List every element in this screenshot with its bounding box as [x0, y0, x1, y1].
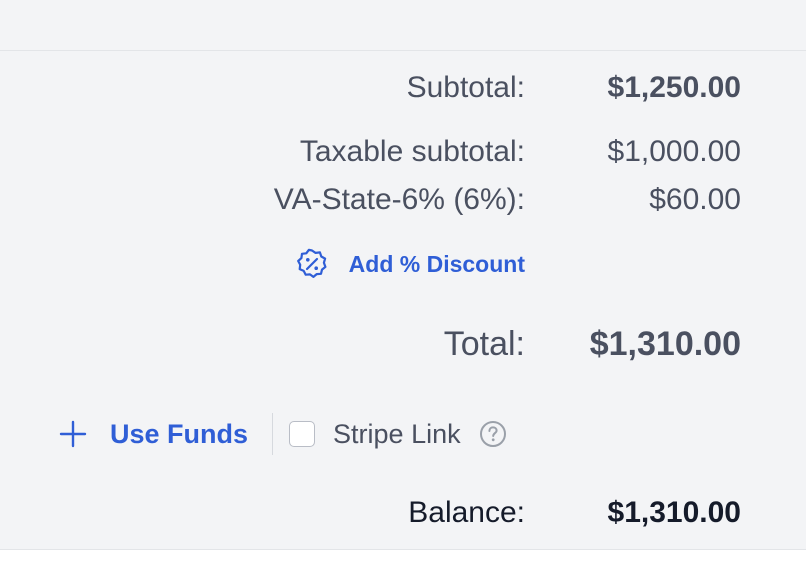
vertical-divider [272, 413, 274, 455]
top-divider [0, 50, 806, 51]
subtotal-value: $1,250.00 [607, 71, 741, 104]
tax-label: VA-State-6% (6%): [273, 183, 525, 216]
invoice-summary-panel: Subtotal: $1,250.00 Taxable subtotal: $1… [0, 0, 806, 550]
balance-label: Balance: [408, 496, 525, 529]
percent-badge-icon [296, 248, 327, 278]
taxable-subtotal-value: $1,000.00 [607, 135, 741, 168]
add-discount-button[interactable]: Add % Discount [295, 246, 525, 282]
stripe-link-label: Stripe Link [333, 418, 461, 449]
subtotal-label: Subtotal: [406, 71, 525, 104]
subtotal-row: Subtotal: $1,250.00 [0, 68, 806, 108]
use-funds-label: Use Funds [110, 418, 249, 449]
tax-row: VA-State-6% (6%): $60.00 [0, 180, 806, 220]
balance-row: Balance: $1,310.00 [0, 493, 806, 533]
tax-value: $60.00 [649, 183, 741, 216]
payment-options-row: Use Funds Stripe Link [58, 412, 507, 456]
total-row: Total: $1,310.00 [0, 324, 806, 364]
add-discount-label: Add % Discount [348, 250, 525, 277]
stripe-link-checkbox[interactable] [289, 421, 316, 447]
total-value: $1,310.00 [589, 325, 741, 363]
taxable-subtotal-label: Taxable subtotal: [299, 135, 525, 168]
total-label: Total: [443, 325, 525, 363]
use-funds-button[interactable]: Use Funds [58, 419, 248, 450]
balance-value: $1,310.00 [607, 496, 741, 529]
plus-icon [59, 420, 87, 448]
question-circle-icon[interactable] [479, 420, 507, 448]
taxable-subtotal-row: Taxable subtotal: $1,000.00 [0, 132, 806, 172]
